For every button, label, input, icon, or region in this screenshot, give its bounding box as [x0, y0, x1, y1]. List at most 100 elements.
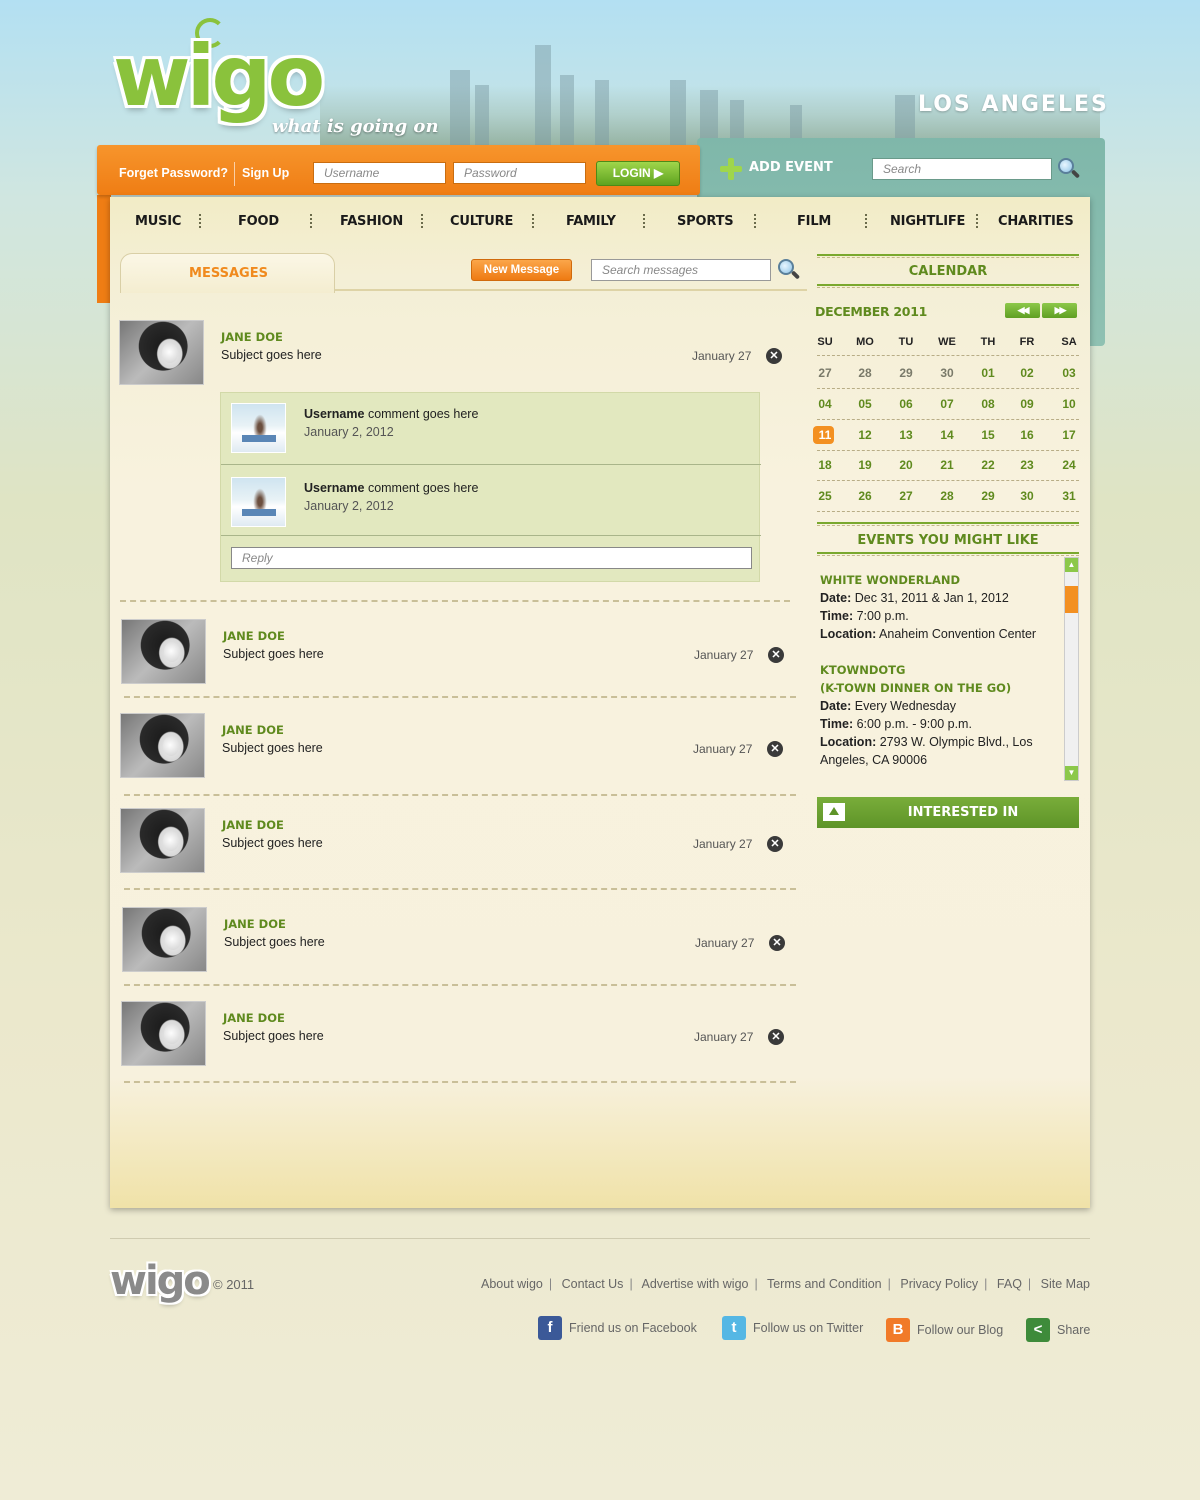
events-scrollbar[interactable]: ▲ ▼ [1064, 557, 1079, 781]
message-subject: Subject goes here [223, 1029, 324, 1043]
nav-item-family[interactable]: FAMILY [566, 214, 616, 229]
calendar-day[interactable]: 04 [810, 397, 840, 411]
comment-user[interactable]: Username [304, 407, 364, 421]
comment-thumbnail [231, 477, 286, 527]
sign-up-link[interactable]: Sign Up [242, 166, 289, 180]
events-header-line [817, 552, 1079, 556]
calendar-day[interactable]: 19 [850, 458, 880, 472]
nav-item-sports[interactable]: SPORTS [677, 214, 734, 229]
nav-item-charities[interactable]: CHARITIES [998, 214, 1074, 229]
calendar-day[interactable]: 10 [1054, 397, 1084, 411]
avatar [121, 1001, 206, 1066]
calendar-day[interactable]: 14 [932, 428, 962, 442]
event-location-label: Location: [820, 627, 877, 641]
forgot-password-link[interactable]: Forget Password? [119, 166, 228, 180]
calendar-next-button[interactable]: ▶▶ [1042, 303, 1077, 318]
calendar-prev-button[interactable]: ◀◀ [1005, 303, 1040, 318]
calendar-day[interactable]: 15 [973, 428, 1003, 442]
calendar-title: CALENDAR [908, 264, 988, 279]
calendar-day[interactable]: 16 [1012, 428, 1042, 442]
scroll-up-icon[interactable]: ▲ [1065, 558, 1078, 572]
nav-item-music[interactable]: MUSIC [135, 214, 181, 229]
avatar [120, 713, 205, 778]
close-icon[interactable]: ✕ [766, 348, 782, 364]
nav-item-fashion[interactable]: FASHION [340, 214, 403, 229]
close-icon[interactable]: ✕ [768, 647, 784, 663]
message-sender: JANE DOE [223, 629, 285, 643]
calendar-day[interactable]: 28 [932, 489, 962, 503]
calendar-day[interactable]: 27 [810, 366, 840, 380]
close-icon[interactable]: ✕ [767, 741, 783, 757]
calendar-day[interactable]: 24 [1054, 458, 1084, 472]
search-messages-input[interactable]: Search messages [591, 259, 771, 281]
calendar-day[interactable]: 18 [810, 458, 840, 472]
calendar-day[interactable]: 29 [973, 489, 1003, 503]
message-sender: JANE DOE [223, 1011, 285, 1025]
interested-in-panel[interactable]: INTERESTED IN [817, 797, 1079, 828]
event-title-line-2[interactable]: (K-TOWN DINNER ON THE GO) [820, 681, 1011, 695]
event-title[interactable]: KTOWNDOTG [820, 663, 905, 677]
calendar-day-today[interactable]: 11 [810, 428, 840, 442]
comment-user[interactable]: Username [304, 481, 364, 495]
password-input[interactable]: Password [453, 162, 586, 184]
calendar-day[interactable]: 05 [850, 397, 880, 411]
scroll-thumb[interactable] [1065, 586, 1078, 613]
calendar-day[interactable]: 08 [973, 397, 1003, 411]
footer-link-separator: | [754, 1277, 758, 1291]
footer-link-advertise[interactable]: Advertise with wigo [641, 1277, 748, 1291]
message-divider [124, 1081, 796, 1083]
site-search-input[interactable]: Search [872, 158, 1052, 180]
facebook-label: Friend us on Facebook [569, 1321, 697, 1335]
calendar-day[interactable]: 29 [891, 366, 921, 380]
interested-in-label: INTERESTED IN [907, 805, 1019, 820]
footer-logo[interactable]: wigo [110, 1258, 211, 1304]
calendar-day[interactable]: 22 [973, 458, 1003, 472]
calendar-day[interactable]: 09 [1012, 397, 1042, 411]
calendar-day[interactable]: 21 [932, 458, 962, 472]
footer-link-faq[interactable]: FAQ [997, 1277, 1022, 1291]
weekday-label: MO [856, 336, 874, 348]
reply-input[interactable]: Reply [231, 547, 752, 569]
calendar-day[interactable]: 07 [932, 397, 962, 411]
calendar-day[interactable]: 26 [850, 489, 880, 503]
calendar-day[interactable]: 28 [850, 366, 880, 380]
nav-item-food[interactable]: FOOD [238, 214, 279, 229]
weekday-label: WE [938, 336, 956, 348]
search-icon[interactable] [1058, 158, 1081, 180]
nav-item-nightlife[interactable]: NIGHTLIFE [890, 214, 965, 229]
calendar-day[interactable]: 23 [1012, 458, 1042, 472]
calendar-day[interactable]: 31 [1054, 489, 1084, 503]
calendar-day[interactable]: 17 [1054, 428, 1084, 442]
close-icon[interactable]: ✕ [767, 836, 783, 852]
footer-link-sitemap[interactable]: Site Map [1041, 1277, 1090, 1291]
search-messages-icon[interactable] [778, 259, 801, 281]
calendar-day[interactable]: 03 [1054, 366, 1084, 380]
calendar-day[interactable]: 06 [891, 397, 921, 411]
footer-link-about[interactable]: About wigo [481, 1277, 543, 1291]
calendar-day[interactable]: 30 [932, 366, 962, 380]
username-input[interactable]: Username [313, 162, 446, 184]
event-title[interactable]: WHITE WONDERLAND [820, 573, 960, 587]
calendar-day[interactable]: 20 [891, 458, 921, 472]
calendar-day[interactable]: 02 [1012, 366, 1042, 380]
calendar-day[interactable]: 12 [850, 428, 880, 442]
scroll-down-icon[interactable]: ▼ [1065, 766, 1078, 780]
new-message-button[interactable]: New Message [471, 259, 572, 281]
tab-messages[interactable]: MESSAGES [120, 253, 335, 293]
close-icon[interactable]: ✕ [769, 935, 785, 951]
calendar-header-line [817, 254, 1079, 258]
footer-link-terms[interactable]: Terms and Condition [767, 1277, 882, 1291]
footer-link-privacy[interactable]: Privacy Policy [900, 1277, 978, 1291]
nav-item-culture[interactable]: CULTURE [450, 214, 513, 229]
calendar-day[interactable]: 13 [891, 428, 921, 442]
footer-link-contact[interactable]: Contact Us [562, 1277, 624, 1291]
calendar-day[interactable]: 27 [891, 489, 921, 503]
twitter-label: Follow us on Twitter [753, 1321, 864, 1335]
calendar-day[interactable]: 30 [1012, 489, 1042, 503]
close-icon[interactable]: ✕ [768, 1029, 784, 1045]
calendar-day[interactable]: 01 [973, 366, 1003, 380]
login-button[interactable]: LOGIN ▶ [596, 161, 680, 186]
nav-item-film[interactable]: FILM [797, 214, 831, 229]
calendar-day[interactable]: 25 [810, 489, 840, 503]
nav-divider [199, 214, 201, 228]
